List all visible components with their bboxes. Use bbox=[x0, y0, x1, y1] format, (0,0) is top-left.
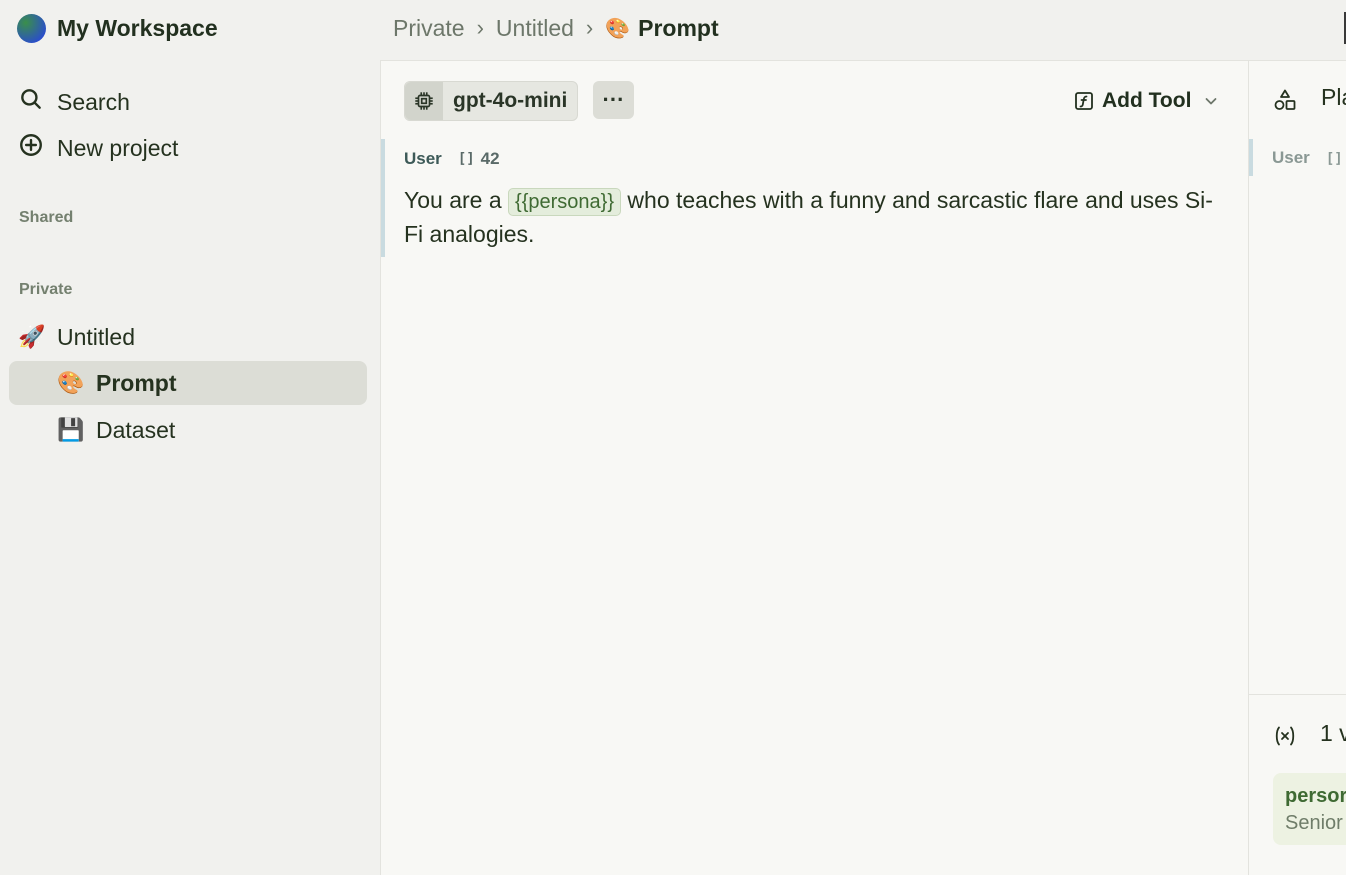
floppy-disk-icon: 💾 bbox=[57, 417, 85, 442]
shapes-icon bbox=[1274, 89, 1296, 110]
message-accent-bar bbox=[381, 139, 385, 257]
tree-item-label: Untitled bbox=[57, 323, 135, 350]
playground-title: Pla bbox=[1321, 84, 1346, 110]
breadcrumb-private[interactable]: Private bbox=[393, 15, 465, 42]
variable-icon bbox=[1275, 726, 1295, 746]
function-icon bbox=[1074, 91, 1094, 111]
chevron-down-icon bbox=[1203, 93, 1219, 109]
tree-item-label: Dataset bbox=[96, 416, 176, 443]
variable-value[interactable]: Senior bbox=[1285, 812, 1343, 835]
variable-chip[interactable]: {{persona}} bbox=[508, 188, 622, 216]
more-options-button[interactable]: ··· bbox=[593, 81, 634, 119]
tree-item-dataset[interactable]: 💾 Dataset bbox=[57, 408, 357, 452]
search-icon bbox=[18, 86, 44, 118]
message-accent-bar bbox=[1249, 139, 1253, 176]
token-count: 42 bbox=[480, 149, 500, 168]
variable-key: persor bbox=[1285, 785, 1346, 807]
message-text[interactable]: You are a {{persona}} who teaches with a… bbox=[404, 183, 1224, 251]
token-brackets-icon: [] bbox=[1325, 151, 1343, 167]
message-text-before: You are a bbox=[404, 187, 509, 213]
breadcrumb-untitled[interactable]: Untitled bbox=[496, 15, 574, 42]
model-selector[interactable]: gpt-4o-mini bbox=[404, 81, 579, 121]
model-name: gpt-4o-mini bbox=[453, 89, 568, 112]
palette-icon: 🎨 bbox=[57, 370, 85, 395]
search-nav-item[interactable]: Search bbox=[18, 86, 130, 118]
tree-item-prompt[interactable]: 🎨 Prompt bbox=[9, 361, 367, 405]
palette-icon: 🎨 bbox=[605, 17, 631, 40]
workspace-logo bbox=[17, 13, 46, 43]
new-project-nav-item[interactable]: New project bbox=[18, 132, 178, 164]
variables-count: 1 v bbox=[1320, 720, 1346, 746]
message-role[interactable]: User bbox=[404, 149, 442, 169]
workspace-switcher[interactable]: My Workspace bbox=[17, 13, 218, 43]
message-header: User [] 42 bbox=[404, 149, 500, 169]
chevron-right-icon: › bbox=[585, 15, 594, 40]
plus-circle-icon bbox=[18, 132, 44, 164]
sidebar: My Workspace Search New project Shared P… bbox=[0, 0, 380, 874]
shared-section-label: Shared bbox=[19, 209, 74, 226]
cpu-chip-icon bbox=[405, 82, 443, 120]
breadcrumb-current: Prompt bbox=[638, 14, 719, 41]
breadcrumb: Private › Untitled › 🎨 Prompt bbox=[393, 12, 719, 44]
divider bbox=[1249, 694, 1346, 695]
tree-item-untitled[interactable]: 🚀 Untitled bbox=[18, 315, 358, 359]
variable-card[interactable]: persor Senior bbox=[1273, 773, 1346, 845]
workspace-name: My Workspace bbox=[57, 14, 218, 41]
token-brackets-icon: [] bbox=[457, 151, 475, 167]
tree-item-label: Prompt bbox=[96, 369, 177, 396]
add-tool-label: Add Tool bbox=[1102, 89, 1192, 112]
private-section-label: Private bbox=[19, 281, 73, 298]
new-project-label: New project bbox=[57, 134, 179, 161]
add-tool-button[interactable]: Add Tool bbox=[1074, 87, 1219, 115]
playground-message-role: User bbox=[1272, 148, 1310, 167]
playground-panel: Pla User [] 1 v persor Senior bbox=[1248, 60, 1346, 875]
chevron-right-icon: › bbox=[476, 15, 484, 40]
playground-message-header: User [] bbox=[1272, 148, 1343, 168]
search-label: Search bbox=[57, 88, 130, 115]
rocket-icon: 🚀 bbox=[18, 324, 46, 349]
prompt-editor-panel: gpt-4o-mini ··· Add Tool User [] 42 You … bbox=[380, 60, 1249, 875]
